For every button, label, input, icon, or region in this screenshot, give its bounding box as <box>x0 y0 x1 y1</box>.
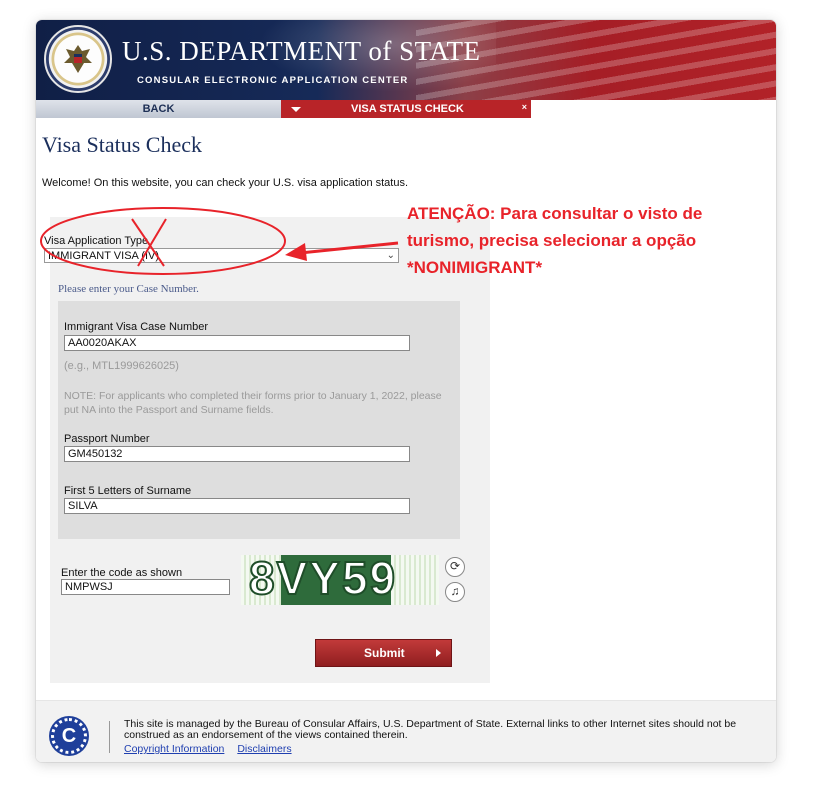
annotation-cross-b <box>137 218 167 267</box>
annotation-overlay <box>40 207 399 275</box>
annotation-arrow-head <box>285 243 307 261</box>
annotation-arrow-shaft <box>299 241 399 255</box>
annotation-text: ATENÇÃO: Para consultar o visto de turis… <box>407 204 703 277</box>
annotation-cross-a <box>131 218 165 267</box>
